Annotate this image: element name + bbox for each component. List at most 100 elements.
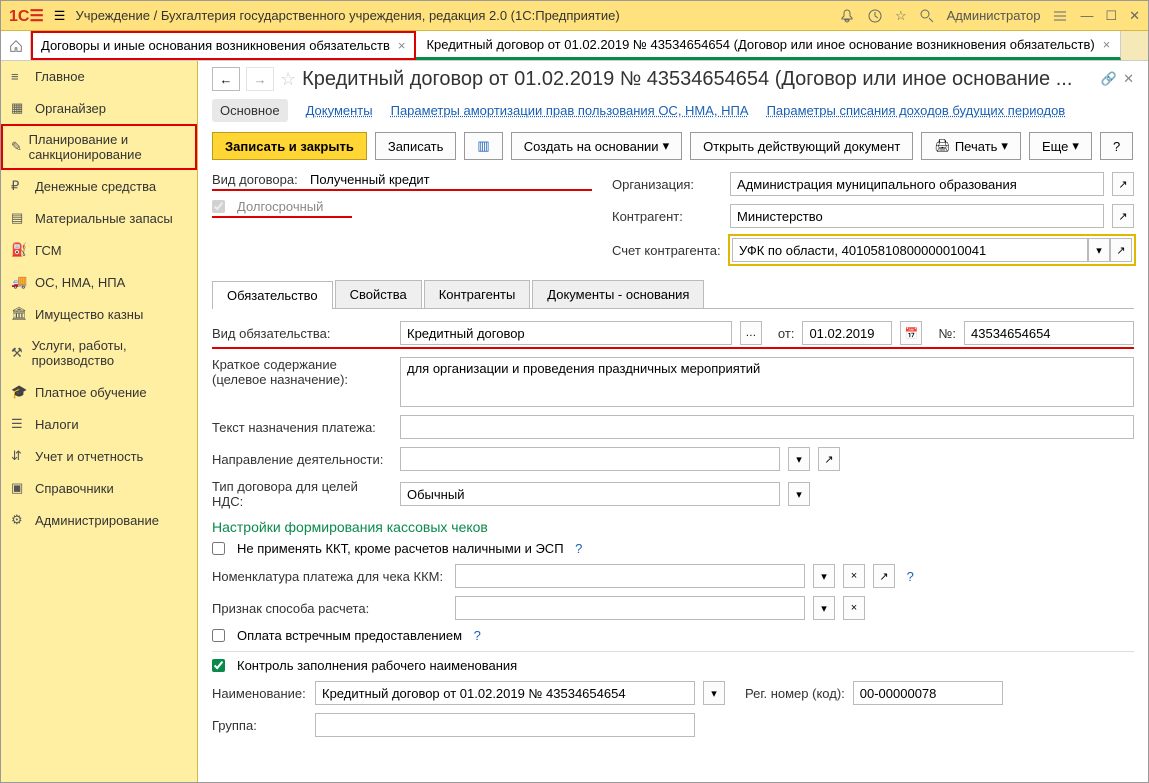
report-button[interactable]: ▥: [464, 132, 502, 160]
tab-close-icon[interactable]: ×: [1103, 37, 1111, 52]
open-ref-icon[interactable]: ↗: [1110, 238, 1132, 262]
open-ref-icon[interactable]: ↗: [873, 564, 895, 588]
sidebar-item-gsm[interactable]: ⛽ГСМ: [1, 234, 197, 266]
oplata-checkbox[interactable]: [212, 629, 225, 642]
sidebar-item-reports[interactable]: ⇵Учет и отчетность: [1, 440, 197, 472]
forward-button[interactable]: →: [246, 67, 274, 91]
tab-credit-contract[interactable]: Кредитный договор от 01.02.2019 № 435346…: [416, 31, 1121, 60]
sidebar-label: ОС, НМА, НПА: [35, 275, 125, 290]
tekst-input[interactable]: [400, 415, 1134, 439]
sidebar-item-materials[interactable]: ▤Материальные запасы: [1, 202, 197, 234]
sidebar-label: Справочники: [35, 481, 114, 496]
help-icon[interactable]: ?: [470, 628, 481, 643]
subtab-main[interactable]: Основное: [212, 99, 288, 122]
priznak-label: Признак способа расчета:: [212, 601, 447, 616]
eagle-icon: ☰: [11, 416, 35, 432]
no-input[interactable]: [964, 321, 1134, 345]
dropdown-icon[interactable]: ▾: [788, 447, 810, 471]
napr-input[interactable]: [400, 447, 780, 471]
clear-icon[interactable]: ×: [843, 596, 865, 620]
graduation-icon: 🎓: [11, 384, 35, 400]
sidebar-label: Денежные средства: [35, 179, 156, 194]
sidebar-item-organizer[interactable]: ▦Органайзер: [1, 92, 197, 124]
sidebar-item-refs[interactable]: ▣Справочники: [1, 472, 197, 504]
org-input[interactable]: [730, 172, 1104, 196]
ot-input[interactable]: [802, 321, 892, 345]
tab-contracts[interactable]: Договоры и иные основания возникновения …: [31, 31, 416, 60]
help-icon[interactable]: ?: [903, 569, 914, 584]
sidebar-item-os[interactable]: 🚚ОС, НМА, НПА: [1, 266, 197, 298]
sidebar-item-planning[interactable]: ✎Планирование и санкционирование: [1, 124, 197, 170]
open-ref-icon[interactable]: ↗: [1112, 204, 1134, 228]
gruppa-input[interactable]: [315, 713, 695, 737]
calendar-icon[interactable]: 📅: [900, 321, 922, 345]
dropdown-icon[interactable]: ▾: [703, 681, 725, 705]
naimen-input[interactable]: [315, 681, 695, 705]
create-based-button[interactable]: Создать на основании ▾: [511, 132, 682, 160]
dropdown-icon[interactable]: ▾: [788, 482, 810, 506]
back-button[interactable]: ←: [212, 67, 240, 91]
sidebar-item-treasury[interactable]: 🏛Имущество казны: [1, 298, 197, 330]
sidebar-item-education[interactable]: 🎓Платное обучение: [1, 376, 197, 408]
sidebar-label: Главное: [35, 69, 85, 84]
subtab-spis[interactable]: Параметры списания доходов будущих перио…: [767, 103, 1066, 118]
subtab-docs[interactable]: Документы: [306, 103, 373, 118]
bell-icon[interactable]: [839, 8, 855, 24]
favorite-icon[interactable]: ☆: [280, 69, 296, 90]
vid-obyaz-input[interactable]: [400, 321, 732, 345]
nomen-input[interactable]: [455, 564, 805, 588]
select-icon[interactable]: …: [740, 321, 762, 345]
link-icon[interactable]: 🔗: [1101, 71, 1117, 87]
gear-icon: ⚙: [11, 512, 35, 528]
kratk-input[interactable]: [400, 357, 1134, 407]
priznak-input[interactable]: [455, 596, 805, 620]
nds-input[interactable]: [400, 482, 780, 506]
user-label[interactable]: Администратор: [947, 8, 1041, 23]
btn-label: Печать: [955, 139, 998, 154]
tab-close-icon[interactable]: ×: [398, 38, 406, 53]
home-tab[interactable]: [1, 31, 31, 60]
close-icon[interactable]: ✕: [1129, 8, 1140, 24]
no-label: №:: [938, 326, 956, 341]
search-icon[interactable]: [919, 8, 935, 24]
maximize-icon[interactable]: ☐: [1105, 8, 1117, 24]
dropdown-icon[interactable]: ▾: [813, 596, 835, 620]
innertab-props[interactable]: Свойства: [335, 280, 422, 308]
history-icon[interactable]: [867, 8, 883, 24]
innertab-basis-docs[interactable]: Документы - основания: [532, 280, 704, 308]
innertab-counterparties[interactable]: Контрагенты: [424, 280, 531, 308]
schet-input[interactable]: [732, 238, 1088, 262]
minimize-icon[interactable]: —: [1080, 8, 1093, 23]
clear-icon[interactable]: ×: [843, 564, 865, 588]
menu-icon[interactable]: ☰: [54, 8, 66, 24]
sidebar-item-admin[interactable]: ⚙Администрирование: [1, 504, 197, 536]
kontrol-checkbox[interactable]: [212, 659, 225, 672]
open-doc-button[interactable]: Открыть действующий документ: [690, 132, 913, 160]
sidebar-item-main[interactable]: ≡Главное: [1, 61, 197, 92]
star-icon[interactable]: ☆: [895, 8, 907, 24]
more-button[interactable]: Еще ▾: [1029, 132, 1092, 160]
innertab-obligation[interactable]: Обязательство: [212, 281, 333, 309]
dolgosroch-label: Долгосрочный: [237, 199, 323, 214]
kkt-skip-checkbox[interactable]: [212, 542, 225, 555]
nds-label: Тип договора для целей НДС:: [212, 479, 392, 509]
dropdown-icon[interactable]: ▾: [813, 564, 835, 588]
sidebar-item-services[interactable]: ⚒Услуги, работы, производство: [1, 330, 197, 376]
subtab-amort[interactable]: Параметры амортизации прав пользования О…: [391, 103, 749, 118]
open-ref-icon[interactable]: ↗: [1112, 172, 1134, 196]
help-icon[interactable]: ?: [572, 541, 583, 556]
help-button[interactable]: ?: [1100, 132, 1133, 160]
save-button[interactable]: Записать: [375, 132, 457, 160]
dropdown-icon[interactable]: ▾: [1088, 238, 1110, 262]
org-label: Организация:: [612, 177, 722, 192]
print-button[interactable]: 🖨 Печать ▾: [921, 132, 1021, 160]
settings-lines-icon[interactable]: [1052, 8, 1068, 24]
sidebar-item-money[interactable]: ₽Денежные средства: [1, 170, 197, 202]
kontragent-input[interactable]: [730, 204, 1104, 228]
open-ref-icon[interactable]: ↗: [818, 447, 840, 471]
save-close-button[interactable]: Записать и закрыть: [212, 132, 367, 160]
kratk-label: Краткое содержание (целевое назначение):: [212, 357, 392, 387]
regnom-input[interactable]: [853, 681, 1003, 705]
sidebar-item-taxes[interactable]: ☰Налоги: [1, 408, 197, 440]
close-page-icon[interactable]: ✕: [1123, 71, 1134, 87]
